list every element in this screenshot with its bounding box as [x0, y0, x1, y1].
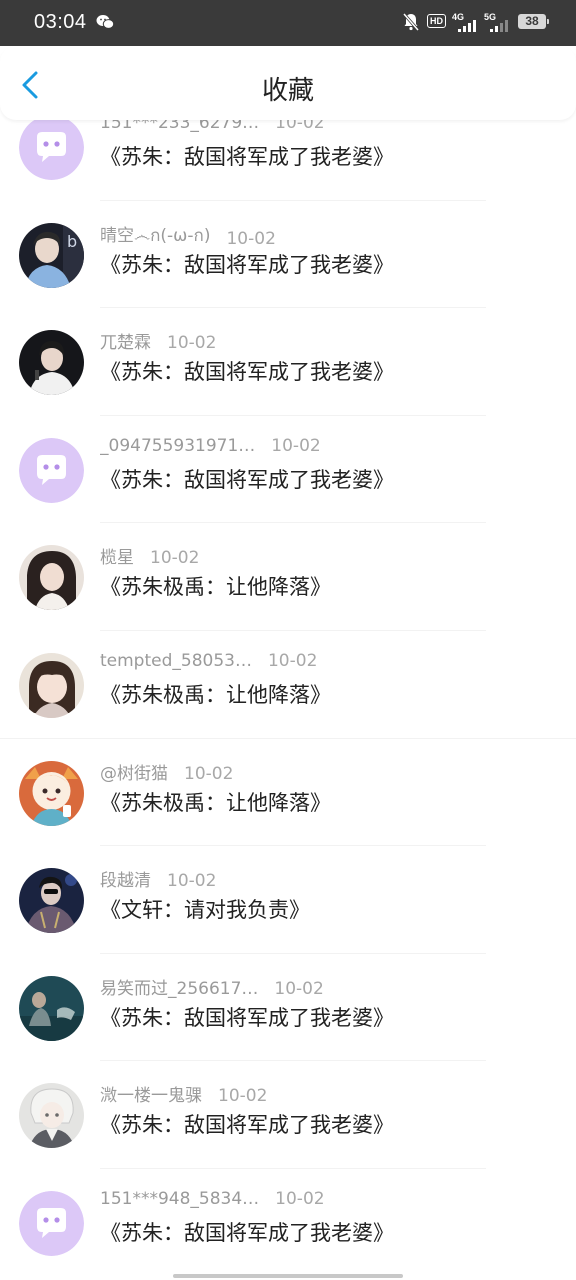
user-name[interactable]: 榄星	[100, 543, 134, 568]
item-meta: 易笑而过_256617… 10-02	[100, 974, 324, 999]
item-meta: 榄星 10-02	[100, 543, 199, 568]
status-time: 03:04	[34, 11, 87, 33]
hd-badge: HD	[427, 14, 446, 28]
anime-avatar-icon	[19, 1083, 84, 1149]
book-title[interactable]: 《苏朱：敌国将军成了我老婆》	[100, 141, 394, 171]
list-item[interactable]: 兀楚霖 10-02 《苏朱：敌国将军成了我老婆》	[0, 308, 576, 416]
default-chat-avatar-icon	[19, 115, 84, 180]
item-date: 10-02	[226, 228, 276, 249]
user-name[interactable]: _094755931971…	[100, 436, 255, 456]
photo-avatar-icon	[19, 652, 84, 718]
item-meta: tempted_58053… 10-02	[100, 651, 317, 671]
item-date: 10-02	[167, 333, 217, 354]
list-item[interactable]: b 晴空෴ก(-ω-ก) 10-02 《苏朱：敌国将军成了我老婆》	[0, 201, 576, 309]
user-name[interactable]: @树街猫	[100, 759, 168, 784]
item-date: 10-02	[274, 978, 324, 999]
user-avatar[interactable]	[19, 437, 84, 503]
book-title[interactable]: 《文轩：请对我负责》	[100, 894, 310, 924]
list-item[interactable]: tempted_58053… 10-02 《苏朱极禹：让他降落》	[0, 631, 576, 739]
list-item[interactable]: 151***948_5834… 10-02 《苏朱：敌国将军成了我老婆》	[0, 1169, 576, 1277]
user-avatar[interactable]	[19, 330, 84, 396]
user-avatar[interactable]: b	[19, 222, 84, 288]
signal-4g-icon: 4G	[452, 12, 480, 32]
list-item[interactable]: 易笑而过_256617… 10-02 《苏朱：敌国将军成了我老婆》	[0, 954, 576, 1062]
user-avatar[interactable]	[19, 545, 84, 611]
list-item[interactable]: 段越清 10-02 《文轩：请对我负责》	[0, 846, 576, 954]
user-avatar[interactable]	[19, 975, 84, 1041]
user-avatar[interactable]	[19, 652, 84, 718]
user-avatar[interactable]	[19, 760, 84, 826]
item-meta: 兀楚霖 10-02	[100, 328, 216, 353]
status-bar: 03:04 HD 4G 5G 38	[0, 0, 576, 46]
item-date: 10-02	[150, 548, 200, 569]
user-name[interactable]: 晴空෴ก(-ω-ก)	[100, 221, 210, 249]
top-navigation-bar: 收藏	[0, 46, 576, 120]
notification-muted-icon	[402, 13, 420, 31]
favorites-list: 151***233_6279… 10-02 《苏朱：敌国将军成了我老婆》 b 晴空…	[0, 113, 576, 1277]
list-item[interactable]: 榄星 10-02 《苏朱极禹：让他降落》	[0, 523, 576, 631]
cartoon-avatar-icon	[19, 760, 84, 826]
item-date: 10-02	[218, 1086, 268, 1107]
photo-avatar-icon	[19, 330, 84, 396]
item-meta: 溦一楼一鬼骒 10-02	[100, 1081, 267, 1106]
item-date: 10-02	[275, 1188, 325, 1209]
book-title[interactable]: 《苏朱：敌国将军成了我老婆》	[100, 356, 394, 386]
book-title[interactable]: 《苏朱：敌国将军成了我老婆》	[100, 1109, 394, 1139]
user-name[interactable]: 易笑而过_256617…	[100, 974, 258, 999]
user-avatar[interactable]	[19, 1190, 84, 1256]
list-item[interactable]: _094755931971… 10-02 《苏朱：敌国将军成了我老婆》	[0, 416, 576, 524]
battery-indicator: 38	[518, 14, 549, 29]
user-name[interactable]: 溦一楼一鬼骒	[100, 1081, 202, 1106]
item-meta: 晴空෴ก(-ω-ก) 10-02	[100, 221, 276, 249]
item-meta: @树街猫 10-02	[100, 759, 233, 784]
book-title[interactable]: 《苏朱：敌国将军成了我老婆》	[100, 464, 394, 494]
user-name[interactable]: 段越清	[100, 866, 151, 891]
book-title[interactable]: 《苏朱极禹：让他降落》	[100, 571, 331, 601]
item-date: 10-02	[167, 871, 217, 892]
status-icons: HD 4G 5G 38	[376, 12, 549, 34]
user-name[interactable]: 151***948_5834…	[100, 1189, 259, 1209]
user-avatar[interactable]	[19, 115, 84, 180]
book-title[interactable]: 《苏朱极禹：让他降落》	[100, 787, 331, 817]
svg-text:b: b	[67, 232, 77, 251]
item-date: 10-02	[184, 763, 234, 784]
list-item[interactable]: @树街猫 10-02 《苏朱极禹：让他降落》	[0, 739, 576, 847]
book-title[interactable]: 《苏朱：敌国将军成了我老婆》	[100, 1002, 394, 1032]
list-item[interactable]: 溦一楼一鬼骒 10-02 《苏朱：敌国将军成了我老婆》	[0, 1061, 576, 1169]
item-meta: 151***948_5834… 10-02	[100, 1189, 325, 1209]
item-date: 10-02	[267, 650, 318, 671]
photo-avatar-icon	[19, 545, 84, 611]
default-chat-avatar-icon	[19, 1190, 84, 1256]
user-avatar[interactable]	[19, 1083, 84, 1149]
wechat-icon	[96, 15, 114, 29]
signal-5g-icon: 5G	[484, 12, 512, 32]
photo-avatar-icon: b	[19, 222, 84, 288]
home-indicator[interactable]	[173, 1274, 403, 1278]
item-date: 10-02	[271, 435, 321, 456]
user-name[interactable]: tempted_58053…	[100, 651, 252, 671]
photo-avatar-icon	[19, 868, 84, 934]
item-meta: 段越清 10-02	[100, 866, 216, 891]
book-title[interactable]: 《苏朱：敌国将军成了我老婆》	[100, 249, 394, 279]
page-title: 收藏	[261, 76, 314, 106]
photo-avatar-icon	[19, 975, 84, 1041]
user-avatar[interactable]	[19, 868, 84, 934]
item-meta: _094755931971… 10-02	[100, 436, 321, 456]
book-title[interactable]: 《苏朱：敌国将军成了我老婆》	[100, 1217, 394, 1247]
book-title[interactable]: 《苏朱极禹：让他降落》	[100, 679, 331, 709]
user-name[interactable]: 兀楚霖	[100, 328, 151, 353]
default-chat-avatar-icon	[19, 437, 84, 503]
